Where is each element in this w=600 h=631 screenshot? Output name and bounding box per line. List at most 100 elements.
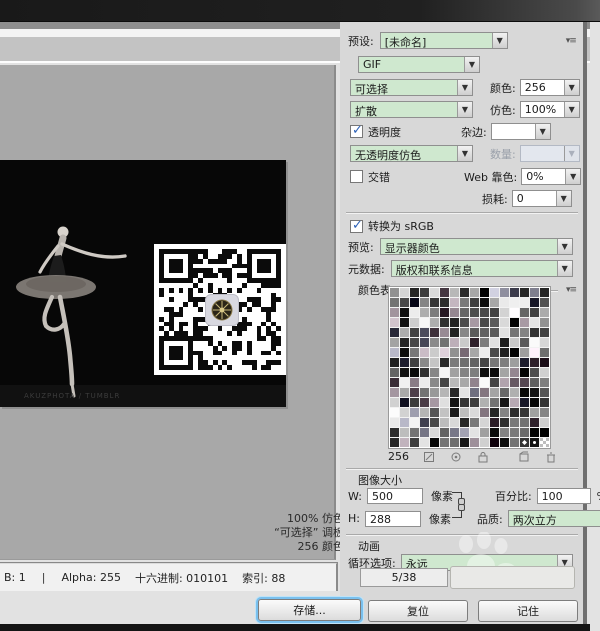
color-swatch[interactable]: [410, 308, 419, 317]
preset-select[interactable]: [未命名] ▼: [380, 32, 508, 49]
color-swatch[interactable]: [520, 438, 529, 447]
color-swatch[interactable]: [510, 288, 519, 297]
color-swatch[interactable]: [530, 358, 539, 367]
color-swatch[interactable]: [530, 338, 539, 347]
color-swatch[interactable]: [520, 308, 529, 317]
metadata-select[interactable]: 版权和联系信息 ▼: [391, 260, 573, 277]
color-swatch[interactable]: [450, 338, 459, 347]
color-swatch[interactable]: [510, 328, 519, 337]
color-swatch[interactable]: [520, 418, 529, 427]
color-swatch[interactable]: [540, 288, 549, 297]
color-swatch[interactable]: [510, 298, 519, 307]
color-swatch[interactable]: [540, 298, 549, 307]
color-swatch[interactable]: [480, 348, 489, 357]
color-swatch[interactable]: [430, 338, 439, 347]
color-swatch[interactable]: [450, 438, 459, 447]
color-swatch[interactable]: [500, 378, 509, 387]
color-swatch[interactable]: [460, 358, 469, 367]
color-swatch[interactable]: [510, 308, 519, 317]
color-swatch[interactable]: [540, 438, 549, 447]
quality-select[interactable]: 两次立方 ▼: [508, 510, 600, 527]
color-swatch[interactable]: [390, 438, 399, 447]
color-swatch[interactable]: [450, 328, 459, 337]
color-swatch[interactable]: [510, 418, 519, 427]
color-swatch[interactable]: [440, 348, 449, 357]
color-swatch[interactable]: [400, 318, 409, 327]
color-swatch[interactable]: [450, 368, 459, 377]
color-swatch[interactable]: [490, 348, 499, 357]
color-swatch[interactable]: [400, 438, 409, 447]
color-swatch[interactable]: [440, 378, 449, 387]
dither-select[interactable]: 100% ▼: [520, 101, 580, 118]
chevron-down-icon[interactable]: ▼: [492, 33, 507, 48]
snap-to-web-palette-icon[interactable]: [422, 450, 436, 463]
chevron-down-icon[interactable]: ▼: [564, 80, 579, 95]
color-swatch[interactable]: [460, 418, 469, 427]
color-swatch[interactable]: [400, 428, 409, 437]
color-swatch[interactable]: [530, 288, 539, 297]
color-swatch[interactable]: [530, 348, 539, 357]
color-swatch[interactable]: [480, 288, 489, 297]
color-swatch[interactable]: [470, 348, 479, 357]
color-swatch[interactable]: [480, 338, 489, 347]
color-swatch[interactable]: [430, 298, 439, 307]
color-swatch[interactable]: [530, 388, 539, 397]
color-swatch[interactable]: [420, 438, 429, 447]
color-swatch[interactable]: [410, 378, 419, 387]
color-swatch[interactable]: [490, 318, 499, 327]
color-swatch[interactable]: [420, 318, 429, 327]
color-swatch[interactable]: [540, 378, 549, 387]
color-swatch[interactable]: [400, 398, 409, 407]
color-swatch[interactable]: [420, 308, 429, 317]
color-swatch[interactable]: [460, 338, 469, 347]
color-swatch[interactable]: [430, 428, 439, 437]
color-swatch[interactable]: [530, 428, 539, 437]
color-swatch[interactable]: [460, 388, 469, 397]
color-swatch[interactable]: [390, 408, 399, 417]
color-swatch[interactable]: [400, 368, 409, 377]
color-swatch[interactable]: [390, 358, 399, 367]
color-swatch[interactable]: [400, 288, 409, 297]
color-swatch[interactable]: [430, 358, 439, 367]
color-swatch[interactable]: [390, 338, 399, 347]
color-swatch[interactable]: [510, 408, 519, 417]
color-swatch[interactable]: [490, 308, 499, 317]
color-swatch[interactable]: [430, 418, 439, 427]
color-swatch[interactable]: [430, 438, 439, 447]
color-swatch[interactable]: [530, 298, 539, 307]
color-swatch[interactable]: [470, 358, 479, 367]
color-swatch[interactable]: [420, 418, 429, 427]
color-swatch[interactable]: [490, 418, 499, 427]
color-swatch[interactable]: [410, 358, 419, 367]
color-swatch[interactable]: [480, 418, 489, 427]
chevron-down-icon[interactable]: ▼: [457, 102, 472, 117]
delete-color-icon[interactable]: [544, 450, 558, 463]
color-swatch[interactable]: [440, 358, 449, 367]
color-swatch[interactable]: [440, 428, 449, 437]
color-swatch[interactable]: [440, 438, 449, 447]
color-swatch[interactable]: [540, 418, 549, 427]
transparency-dither-select[interactable]: 无透明度仿色 ▼: [350, 145, 473, 162]
color-swatch[interactable]: [500, 298, 509, 307]
color-swatch[interactable]: [530, 308, 539, 317]
color-swatch[interactable]: [540, 308, 549, 317]
color-swatch[interactable]: [490, 438, 499, 447]
new-color-icon[interactable]: [517, 450, 531, 463]
color-swatch[interactable]: [420, 428, 429, 437]
color-swatch[interactable]: [490, 338, 499, 347]
color-swatch[interactable]: [500, 358, 509, 367]
color-swatch[interactable]: [480, 318, 489, 327]
color-swatch[interactable]: [540, 338, 549, 347]
color-swatch[interactable]: [410, 438, 419, 447]
color-swatch[interactable]: [480, 368, 489, 377]
color-swatch[interactable]: [470, 428, 479, 437]
color-swatch[interactable]: [510, 318, 519, 327]
color-swatch[interactable]: [450, 318, 459, 327]
color-swatch[interactable]: [400, 418, 409, 427]
color-swatch[interactable]: [410, 298, 419, 307]
color-swatch[interactable]: [470, 438, 479, 447]
color-swatch[interactable]: [410, 348, 419, 357]
color-swatch[interactable]: [460, 288, 469, 297]
interlaced-checkbox[interactable]: [350, 170, 363, 183]
color-swatch[interactable]: [440, 298, 449, 307]
